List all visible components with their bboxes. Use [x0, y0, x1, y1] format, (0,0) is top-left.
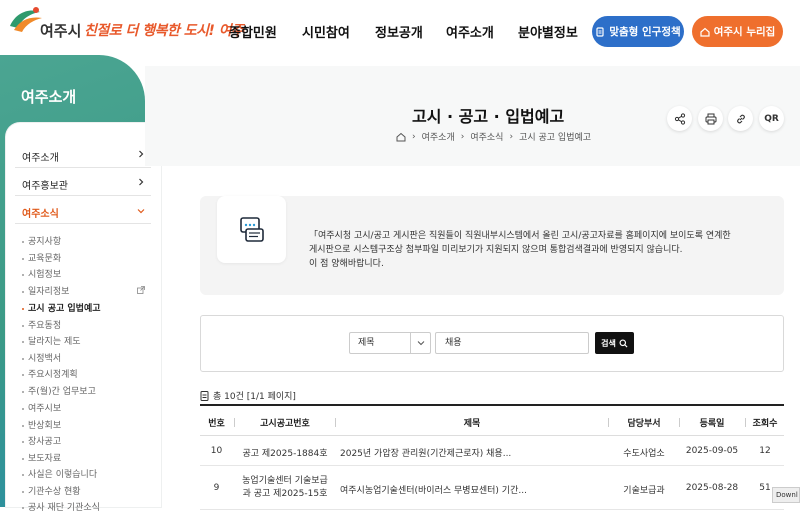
sidebar-sub-banghoe[interactable]: 반상회보: [22, 418, 61, 431]
home-icon: [700, 27, 710, 37]
share-button[interactable]: [667, 106, 692, 131]
breadcrumb-item[interactable]: 여주소식: [470, 130, 503, 143]
divider: [15, 167, 151, 168]
nurizip-button[interactable]: 여주시 누리집: [692, 16, 783, 47]
breadcrumb-item[interactable]: 고시 공고 입법예고: [519, 130, 591, 143]
notice-text: 「여주시청 고시/공고 게시판은 직원들이 직원내부시스템에서 올린 고시/공고…: [309, 231, 731, 269]
nav-participation[interactable]: 시민참여: [302, 22, 350, 41]
sidebar-title: 여주소개: [21, 88, 77, 106]
printer-icon: [705, 113, 716, 124]
chevron-right-icon: [139, 150, 144, 158]
result-count: 총 10건 [1/1 페이지]: [200, 389, 296, 402]
document-icon: [200, 390, 209, 401]
sidebar-sub-announcement[interactable]: 고시 공고 입법예고: [22, 301, 101, 314]
cell-views: 12: [759, 446, 771, 456]
sidebar-sub-facts[interactable]: 사실은 이렇습니다: [22, 467, 97, 480]
sidebar-item-about[interactable]: 여주소개: [22, 149, 147, 164]
sidebar-sub-whitepaper[interactable]: 시정백서: [22, 351, 61, 364]
external-link-icon: [137, 286, 145, 294]
table-row[interactable]: 9 농업기술센터 기술보급 과 공고 제2025-15호 여주시농업기술센터(바…: [200, 466, 784, 510]
sidebar-sub-plan[interactable]: 주요시정계획: [22, 367, 78, 380]
result-count-text: 총 10건 [1/1 페이지]: [213, 392, 296, 402]
sidebar-item-pr-hall[interactable]: 여주홍보관: [22, 177, 147, 192]
col-views: 조회수: [752, 419, 778, 429]
select-toggle[interactable]: [410, 332, 431, 354]
sidebar-sub-funeral[interactable]: 장사공고: [22, 434, 61, 447]
table-row[interactable]: 10 공고 제2025-1884호 2025년 가압장 관리원(기간제근로자) …: [200, 436, 784, 466]
cell-title-link[interactable]: 여주시농업기술센터(바이러스 무병묘센터) 기간...: [340, 483, 527, 496]
sidebar-sub-education[interactable]: 교육문화: [22, 251, 61, 264]
nav-about-yeoju[interactable]: 여주소개: [446, 22, 494, 41]
col-date: 등록일: [699, 419, 725, 429]
sidebar-sub-exam[interactable]: 시험정보: [22, 267, 61, 280]
divider: [15, 223, 151, 224]
nurizip-label: 여주시 누리집: [713, 26, 776, 38]
search-icon: [619, 338, 628, 348]
slogan: 친절로 더 행복한 도시! 여주: [84, 23, 244, 39]
qr-label: QR: [764, 113, 779, 124]
link-icon: [736, 114, 745, 123]
qr-button[interactable]: QR: [759, 106, 784, 131]
col-title: 제목: [463, 419, 481, 429]
sidebar-sub-press[interactable]: 보도자료: [22, 451, 61, 464]
chevron-right-icon: [139, 178, 144, 186]
cell-date: 2025-08-28: [685, 483, 739, 493]
col-dept: 담당부서: [627, 419, 661, 429]
divider: [15, 195, 151, 196]
col-code: 고시공고번호: [260, 419, 310, 429]
site-header: 여주시 친절로 더 행복한 도시! 여주 종합민원 시민참여 정보공개 여주소개…: [0, 0, 800, 62]
sidebar-sub-notice[interactable]: 공지사항: [22, 234, 61, 247]
cell-no: 9: [213, 483, 220, 493]
nav-field-info[interactable]: 분야별정보: [518, 22, 578, 41]
population-policy-label: 맞춤형 인구정책: [609, 26, 681, 38]
notice-chat-icon: [217, 196, 286, 263]
home-icon[interactable]: [396, 132, 406, 142]
sidebar-sub-awards[interactable]: 기관수상 현황: [22, 484, 81, 497]
table-header: 번호 고시공고번호 제목 담당부서 등록일 조회수: [200, 404, 784, 436]
population-policy-button[interactable]: 맞춤형 인구정책: [592, 16, 684, 47]
cell-no: 10: [210, 446, 223, 456]
search-input[interactable]: 채용: [435, 332, 589, 354]
sidebar-sub-jobs[interactable]: 일자리정보: [22, 284, 69, 297]
cell-title-link[interactable]: 2025년 가압장 관리원(기간제근로자) 채용...: [340, 446, 511, 459]
search-button-label: 검색: [601, 338, 616, 348]
share-icon: [674, 112, 685, 125]
breadcrumb-item[interactable]: 여주소개: [422, 130, 455, 143]
sidebar-sub-report[interactable]: 주(월)간 업무보고: [22, 384, 96, 397]
nav-info-disclosure[interactable]: 정보공개: [375, 22, 423, 41]
chevron-down-icon: [137, 209, 145, 214]
copy-link-button[interactable]: [728, 106, 753, 131]
col-no: 번호: [208, 419, 225, 429]
cell-date: 2025-09-05: [685, 446, 739, 456]
print-button[interactable]: [698, 106, 723, 131]
breadcrumb-sep: ›: [509, 131, 514, 142]
sidebar-sub-gazette[interactable]: 여주시보: [22, 401, 61, 414]
nav-civil-service[interactable]: 종합민원: [229, 22, 277, 41]
search-button[interactable]: 검색: [595, 332, 634, 354]
cell-code: 농업기술센터 기술보급 과 공고 제2025-15호: [242, 476, 328, 499]
cell-dept: 기술보급과: [623, 486, 665, 496]
breadcrumb: › 여주소개 › 여주소식 › 고시 공고 입법예고: [396, 130, 591, 143]
chevron-down-icon: [417, 341, 425, 346]
breadcrumb-sep: ›: [412, 131, 416, 142]
sidebar-sub-activities[interactable]: 주요동정: [22, 318, 61, 331]
breadcrumb-sep: ›: [460, 131, 465, 142]
page-title: 고시 · 공고 · 입법예고: [412, 107, 565, 126]
download-tab[interactable]: Downl: [772, 487, 800, 503]
sidebar-item-news[interactable]: 여주소식: [22, 205, 147, 220]
cell-code: 공고 제2025-1884호: [242, 449, 328, 459]
logo-text[interactable]: 여주시: [40, 20, 81, 41]
announcement-table: 번호 고시공고번호 제목 담당부서 등록일 조회수 10 공고 제2025-18…: [200, 404, 784, 510]
cell-dept: 수도사업소: [623, 449, 665, 459]
sidebar-sub-new-system[interactable]: 달라지는 제도: [22, 334, 81, 347]
document-icon: [596, 26, 604, 37]
